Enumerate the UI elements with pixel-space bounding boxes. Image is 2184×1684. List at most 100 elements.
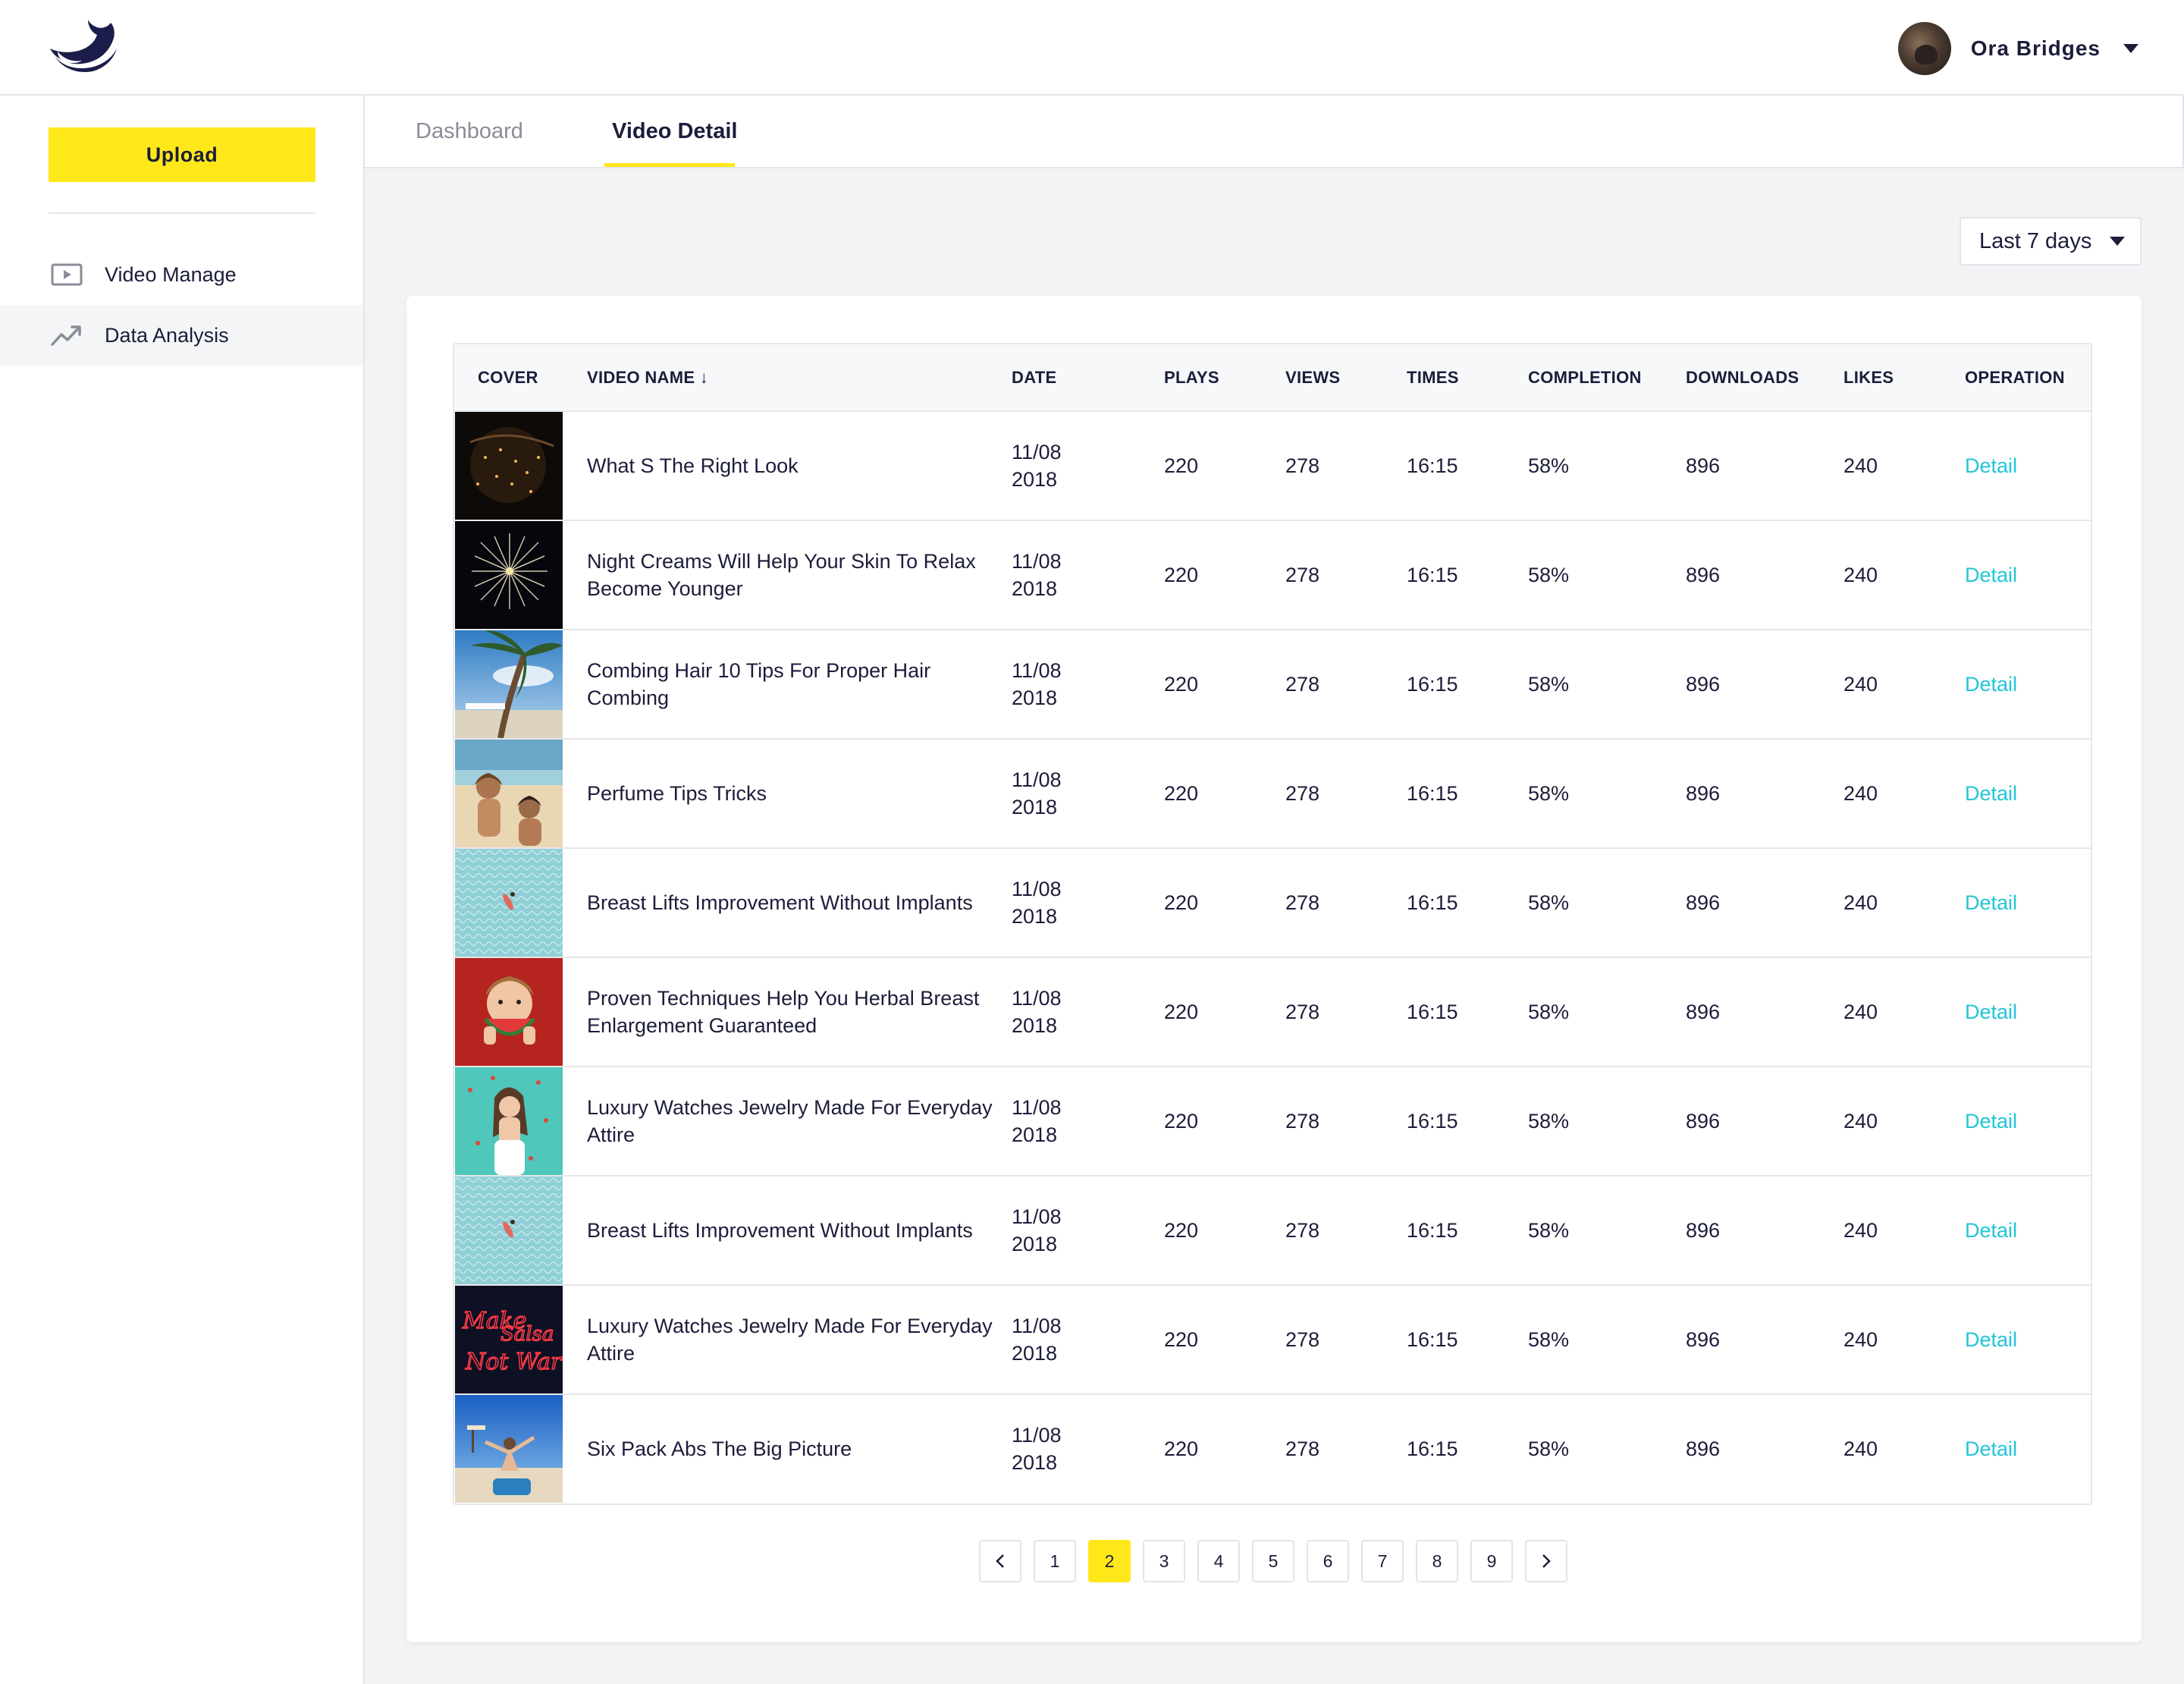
date-day: 11/08 [1012, 550, 1062, 573]
table-header: COVER VIDEO NAME ↓ DATE PLAYS VIEWS TIME… [454, 344, 2091, 412]
date-range-select[interactable]: Last 7 days [1960, 217, 2142, 265]
likes-value: 240 [1844, 673, 1878, 696]
column-header-video-name[interactable]: VIDEO NAME ↓ [587, 344, 708, 410]
completion-value: 58% [1528, 454, 1570, 477]
page-button[interactable]: 3 [1143, 1540, 1185, 1582]
table-row[interactable]: Breast Lifts Improvement Without Implant… [454, 849, 2091, 958]
views-value: 278 [1285, 1437, 1320, 1460]
column-header-date[interactable]: DATE [1012, 344, 1056, 410]
detail-link[interactable]: Detail [1965, 740, 2017, 847]
detail-link[interactable]: Detail [1965, 521, 2017, 629]
views-value: 278 [1285, 782, 1320, 805]
page-button[interactable]: 8 [1416, 1540, 1458, 1582]
column-header-views[interactable]: VIEWS [1285, 344, 1340, 410]
date-year: 2018 [1012, 577, 1058, 600]
table-row[interactable]: What S The Right Look 11/08 2018 220 278 16:1… [454, 412, 2091, 521]
likes-value: 240 [1844, 1219, 1878, 1242]
times-value: 16:15 [1407, 1437, 1458, 1460]
tab-dashboard[interactable]: Dashboard [416, 96, 523, 167]
page-button[interactable]: 4 [1197, 1540, 1240, 1582]
video-name: Luxury Watches Jewelry Made For Everyday… [587, 1096, 993, 1146]
table-row[interactable]: Six Pack Abs The Big Picture 11/08 2018 220… [454, 1395, 2091, 1503]
completion-value: 58% [1528, 564, 1570, 586]
date-year: 2018 [1012, 468, 1058, 491]
video-name: Luxury Watches Jewelry Made For Everyday… [587, 1315, 993, 1365]
detail-link[interactable]: Detail [1965, 849, 2017, 957]
video-cover-thumbnail[interactable]: Make Salsa Not War [455, 1286, 563, 1393]
page-button-current[interactable]: 2 [1088, 1540, 1131, 1582]
column-header-likes[interactable]: LIKES [1844, 344, 1894, 410]
detail-link[interactable]: Detail [1965, 1177, 2017, 1284]
table-row[interactable]: Proven Techniques Help You Herbal Breast… [454, 958, 2091, 1067]
downloads-value: 896 [1686, 454, 1721, 477]
svg-text:Salsa: Salsa [500, 1323, 554, 1346]
column-header-plays[interactable]: PLAYS [1164, 344, 1219, 410]
date-day: 11/08 [1012, 987, 1062, 1010]
video-cover-thumbnail[interactable] [455, 740, 563, 847]
whale-logo-icon[interactable] [47, 18, 120, 77]
table-row[interactable]: Night Creams Will Help Your Skin To Rela… [454, 521, 2091, 630]
tab-video-detail[interactable]: Video Detail [612, 96, 737, 167]
times-value: 16:15 [1407, 454, 1458, 477]
column-header-times[interactable]: TIMES [1407, 344, 1459, 410]
video-cover-thumbnail[interactable] [455, 849, 563, 957]
upload-button[interactable]: Upload [49, 127, 315, 182]
plays-value: 220 [1164, 1328, 1199, 1351]
plays-value: 220 [1164, 891, 1199, 914]
avatar[interactable] [1897, 22, 1951, 75]
likes-value: 240 [1844, 1001, 1878, 1023]
video-name: Night Creams Will Help Your Skin To Rela… [587, 550, 976, 600]
views-value: 278 [1285, 454, 1320, 477]
page-button[interactable]: 5 [1252, 1540, 1294, 1582]
plays-value: 220 [1164, 454, 1199, 477]
page-button[interactable]: 7 [1361, 1540, 1404, 1582]
detail-link[interactable]: Detail [1965, 1286, 2017, 1393]
table-row[interactable]: Make Salsa Not War Luxury Watches Jewelry M… [454, 1286, 2091, 1395]
table-row[interactable]: Combing Hair 10 Tips For Proper Hair Com… [454, 630, 2091, 740]
completion-value: 58% [1528, 1001, 1570, 1023]
video-cover-thumbnail[interactable] [455, 412, 563, 520]
video-name: Breast Lifts Improvement Without Implant… [587, 891, 973, 914]
downloads-value: 896 [1686, 1110, 1721, 1133]
table-row[interactable]: Breast Lifts Improvement Without Implant… [454, 1177, 2091, 1286]
plays-value: 220 [1164, 673, 1199, 696]
detail-link[interactable]: Detail [1965, 1395, 2017, 1503]
table-row[interactable]: Perfume Tips Tricks 11/08 2018 220 278 16:15 5… [454, 740, 2091, 849]
page-button[interactable]: 9 [1470, 1540, 1513, 1582]
views-value: 278 [1285, 1328, 1320, 1351]
page-button[interactable]: 1 [1034, 1540, 1076, 1582]
detail-link[interactable]: Detail [1965, 412, 2017, 520]
detail-link[interactable]: Detail [1965, 958, 2017, 1066]
page-button[interactable]: 6 [1307, 1540, 1349, 1582]
column-header-completion[interactable]: COMPLETION [1528, 344, 1642, 410]
prev-page-button[interactable] [979, 1540, 1021, 1582]
sidebar-item-video-manage[interactable]: Video Manage [0, 244, 363, 305]
chevron-left-icon [996, 1554, 1004, 1568]
video-table-card: COVER VIDEO NAME ↓ DATE PLAYS VIEWS TIME… [406, 296, 2142, 1642]
column-header-downloads[interactable]: DOWNLOADS [1686, 344, 1799, 410]
video-cover-thumbnail[interactable] [455, 1177, 563, 1284]
video-date: 11/08 2018 [1012, 1286, 1095, 1393]
chevron-down-icon [2110, 237, 2126, 246]
video-cover-thumbnail[interactable] [455, 1067, 563, 1175]
table-row[interactable]: Luxury Watches Jewelry Made For Everyday… [454, 1067, 2091, 1177]
detail-link[interactable]: Detail [1965, 630, 2017, 738]
trend-chart-icon [50, 323, 83, 347]
next-page-button[interactable] [1525, 1540, 1567, 1582]
plays-value: 220 [1164, 1110, 1199, 1133]
plays-value: 220 [1164, 1001, 1199, 1023]
video-cover-thumbnail[interactable] [455, 630, 563, 738]
views-value: 278 [1285, 564, 1320, 586]
detail-link[interactable]: Detail [1965, 1067, 2017, 1175]
sidebar-item-data-analysis[interactable]: Data Analysis [0, 305, 363, 366]
video-cover-thumbnail[interactable] [455, 521, 563, 629]
date-year: 2018 [1012, 1342, 1058, 1365]
date-day: 11/08 [1012, 659, 1062, 682]
video-cover-thumbnail[interactable] [455, 958, 563, 1066]
likes-value: 240 [1844, 891, 1878, 914]
chevron-down-icon[interactable] [2123, 44, 2138, 53]
video-cover-thumbnail[interactable] [455, 1395, 563, 1503]
user-menu[interactable]: Ora Bridges [1897, 21, 2138, 76]
sidebar: Upload Video Manage Data Analysis [0, 96, 365, 1684]
plays-value: 220 [1164, 564, 1199, 586]
